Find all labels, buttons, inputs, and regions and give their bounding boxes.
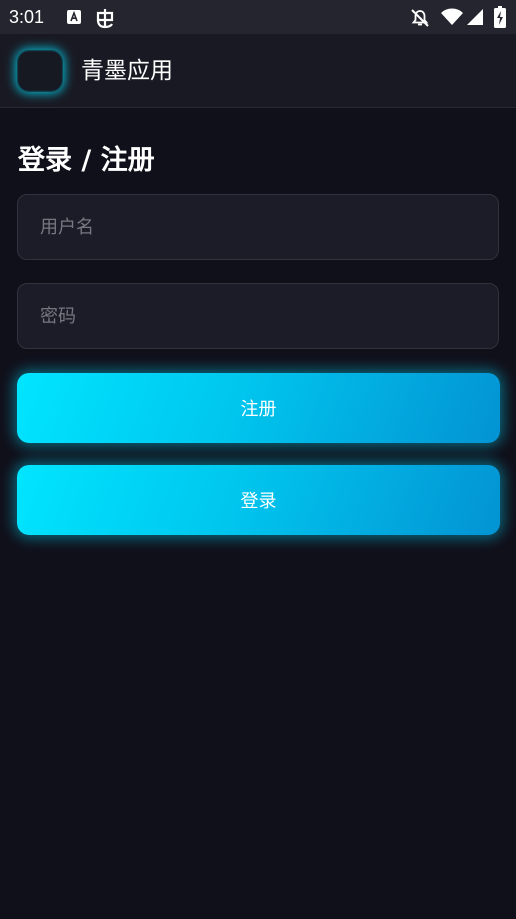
bug-notification-icon: [96, 9, 114, 29]
status-time: 3:01: [9, 7, 45, 27]
cell-signal-icon: [467, 9, 483, 25]
wifi-icon: [441, 8, 463, 25]
username-input[interactable]: [17, 194, 499, 260]
app-bar: 青墨应用: [0, 34, 516, 108]
app-title: 青墨应用: [81, 58, 173, 84]
notifications-off-icon: [411, 9, 429, 27]
login-button[interactable]: 登录: [17, 465, 500, 535]
page-heading: 登录 / 注册: [18, 145, 155, 176]
password-input[interactable]: [17, 283, 499, 349]
battery-charging-icon: [494, 6, 506, 28]
register-button[interactable]: 注册: [17, 373, 500, 443]
app-logo: [17, 50, 63, 92]
status-bar: 3:01: [0, 0, 516, 34]
a-notification-icon: [67, 10, 81, 24]
